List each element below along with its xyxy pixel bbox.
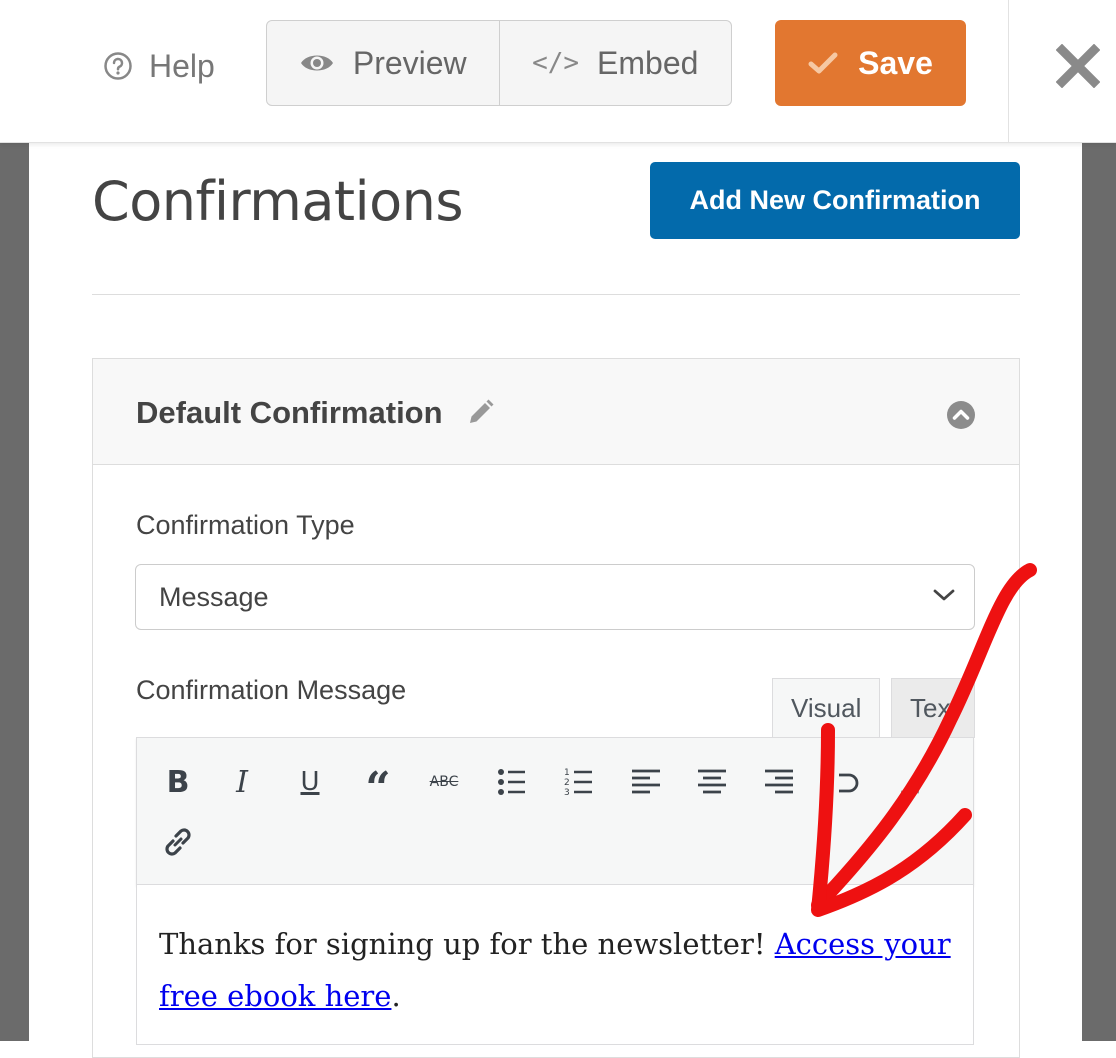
preview-embed-group: Preview </> Embed [266, 20, 732, 106]
confirmation-type-select[interactable]: Message [135, 564, 975, 630]
tab-text[interactable]: Text [891, 678, 975, 738]
preview-label: Preview [352, 44, 467, 81]
redo-button[interactable] [890, 762, 930, 802]
strikethrough-button[interactable]: ABC [424, 762, 464, 802]
italic-button[interactable]: I [222, 762, 262, 802]
underline-button[interactable]: U [290, 762, 330, 802]
help-label: Help [149, 47, 215, 84]
top-toolbar: Help Preview </> Embed Save [0, 0, 1116, 143]
strikethrough-icon: ABC [429, 774, 459, 790]
undo-button[interactable] [826, 762, 866, 802]
align-left-icon [632, 769, 660, 794]
question-circle-icon [104, 52, 132, 80]
confirmation-message-label: Confirmation Message [136, 675, 407, 705]
italic-icon: I [236, 764, 248, 800]
message-body: Thanks for signing up for the newsletter… [159, 927, 775, 961]
confirmation-name-label: Default Confirmation [136, 395, 443, 430]
eye-icon [300, 55, 333, 71]
confirmation-type-label: Confirmation Type [136, 510, 355, 540]
insert-link-button[interactable] [158, 822, 198, 862]
toolbar-divider [1008, 0, 1009, 142]
blockquote-icon: “ [365, 763, 391, 814]
undo-icon [839, 773, 859, 793]
save-label: Save [858, 44, 933, 81]
close-icon[interactable] [1056, 44, 1100, 88]
editor-toolbar [136, 737, 974, 885]
confirmation-message-text[interactable]: Thanks for signing up for the newsletter… [159, 918, 959, 1022]
align-right-button[interactable] [759, 762, 799, 802]
help-button[interactable]: Help [103, 44, 215, 88]
add-new-confirmation-button[interactable]: Add New Confirmation [650, 162, 1020, 239]
section-divider [92, 294, 1020, 295]
pencil-icon[interactable] [465, 398, 495, 428]
blockquote-button[interactable]: “ [358, 762, 398, 811]
confirmation-type-value: Message [159, 581, 269, 612]
align-left-button[interactable] [626, 762, 666, 802]
bold-button[interactable]: B [158, 762, 198, 802]
confirmation-name: Default Confirmation [136, 395, 495, 431]
save-button[interactable]: Save [775, 20, 966, 106]
page-title: Confirmations [92, 170, 464, 233]
check-icon [808, 52, 838, 74]
backdrop-left [0, 142, 29, 1041]
preview-button[interactable]: Preview [267, 21, 499, 105]
bold-icon: B [166, 764, 190, 800]
bullet-list-button[interactable] [492, 762, 532, 802]
chevron-up-circle-icon[interactable] [946, 400, 976, 430]
tab-visual[interactable]: Visual [772, 678, 880, 738]
embed-button[interactable]: </> Embed [498, 21, 732, 105]
svg-text:3: 3 [564, 788, 570, 798]
numbered-list-icon: 1 2 3 [564, 768, 592, 798]
embed-label: Embed [597, 44, 699, 81]
align-right-icon [765, 769, 793, 794]
align-center-icon [698, 769, 726, 794]
svg-text:2: 2 [564, 778, 570, 788]
svg-text:1: 1 [564, 768, 570, 778]
link-icon [165, 828, 191, 856]
bullet-list-icon [498, 769, 525, 795]
message-suffix: . [391, 979, 401, 1013]
numbered-list-button[interactable]: 1 2 3 [559, 762, 599, 802]
code-icon: </> [532, 48, 580, 78]
align-center-button[interactable] [692, 762, 732, 802]
redo-icon [901, 771, 919, 794]
chevron-down-icon [933, 589, 955, 601]
backdrop-right [1082, 142, 1116, 1041]
underline-icon: U [300, 767, 320, 797]
